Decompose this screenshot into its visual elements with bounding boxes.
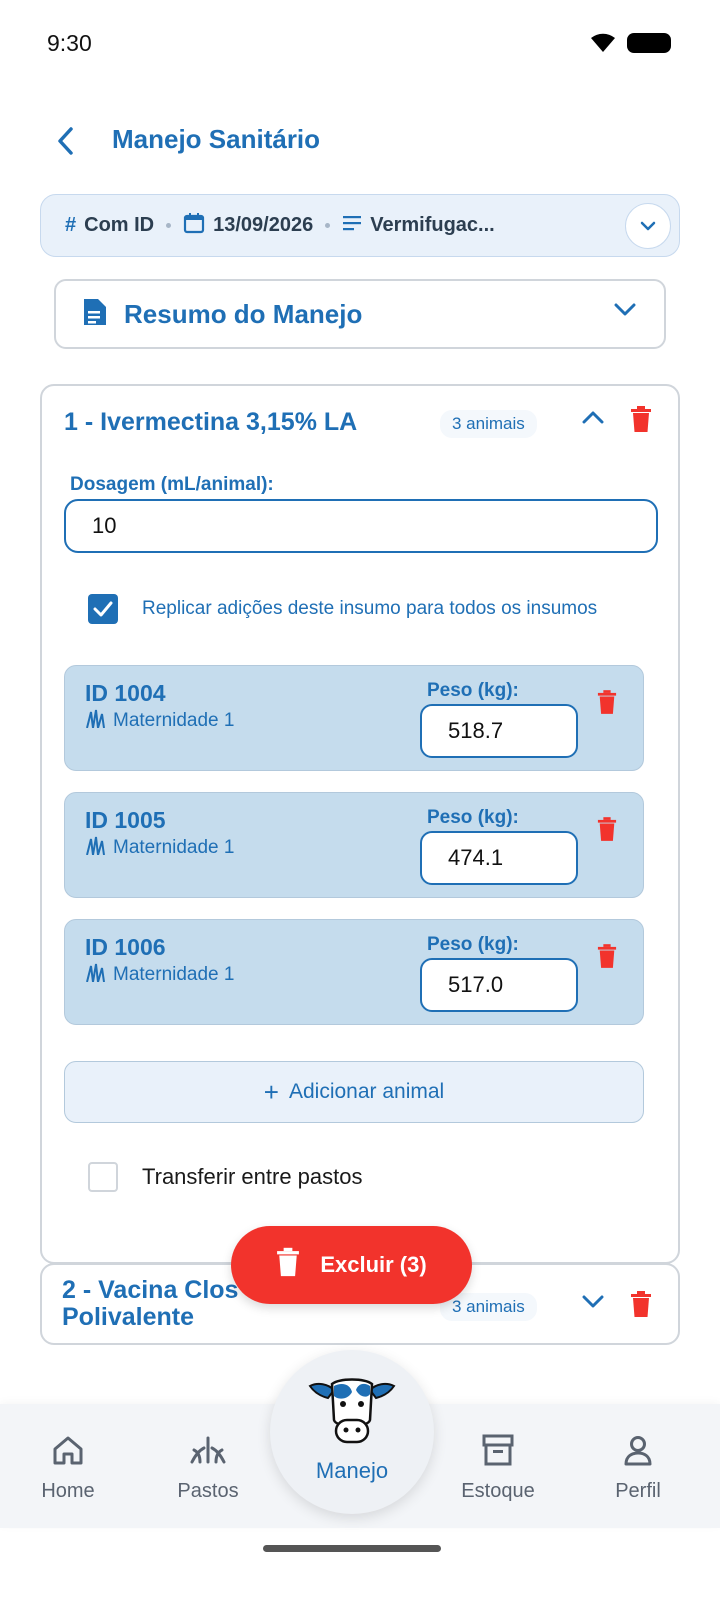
remove-animal-button[interactable] [597,690,617,719]
home-icon [13,1430,123,1470]
nav-manejo-label: Manejo [315,1458,389,1483]
archive-icon [443,1430,553,1470]
nav-estoque[interactable]: Estoque [443,1430,553,1503]
notes-icon [342,214,362,238]
grass-icon [153,1430,263,1470]
dosage-label: Dosagem (mL/animal): [70,474,274,495]
trash-icon [597,817,617,841]
animal-location: Maternidade 1 [85,835,234,861]
trash-icon [276,1247,300,1283]
type-label: Vermifugac... [370,214,495,236]
peso-input[interactable]: 518.7 [420,704,578,758]
expand-filters-button[interactable] [625,203,671,249]
nav-pastos[interactable]: Pastos [153,1430,263,1503]
cow-icon [308,1370,396,1457]
delete-product-button[interactable] [630,1291,652,1322]
animal-row: ID 1005 Maternidade 1 Peso (kg): 474.1 [64,792,644,898]
dosage-input[interactable]: 10 [64,499,658,553]
animal-id: ID 1005 [85,807,166,833]
chevron-left-icon [58,127,73,155]
chevron-down-icon [640,221,656,231]
product-card: 1 - Ivermectina 3,15% LA 3 animais Dosag… [40,384,680,1264]
add-animal-label: Adicionar animal [288,1080,445,1103]
wifi-icon [588,30,618,59]
product-title-text: 2 - Vacina Clos Polivalente [62,1276,239,1331]
replicate-label: Replicar adições deste insumo para todos… [142,598,598,619]
grass-icon [85,835,107,861]
animal-location-label: Maternidade 1 [113,837,235,858]
trash-icon [597,944,617,968]
status-bar: 9:30 [0,0,720,90]
peso-label: Peso (kg): [427,680,519,701]
battery-icon [627,33,671,53]
product-title: 1 - Ivermectina 3,15% LA [64,408,358,436]
page-title: Manejo Sanitário [112,124,321,154]
add-animal-button[interactable]: + Adicionar animal [64,1061,644,1123]
trash-icon [597,690,617,714]
peso-input[interactable]: 517.0 [420,958,578,1012]
chevron-up-icon [582,411,604,424]
calendar-icon [183,212,205,240]
peso-label: Peso (kg): [427,807,519,828]
type-chip[interactable]: Vermifugac... [342,214,495,238]
id-mode-label: Com ID [84,214,155,236]
nav-estoque-label: Estoque [461,1480,535,1502]
summary-title: Resumo do Manejo [124,298,363,329]
status-time: 9:30 [47,30,92,56]
trash-icon [631,1291,651,1317]
filter-bar[interactable]: # Com ID 13/09/2026 Vermifugac... [40,194,680,257]
nav-perfil-label: Perfil [615,1480,661,1502]
peso-input[interactable]: 474.1 [420,831,578,885]
delete-selected-button[interactable]: Excluir (3) [231,1226,472,1304]
transfer-checkbox[interactable] [88,1162,118,1192]
date-label: 13/09/2026 [213,214,314,236]
chevron-down-icon [614,303,636,322]
grass-icon [85,962,107,988]
animal-location: Maternidade 1 [85,962,234,988]
date-chip[interactable]: 13/09/2026 [183,212,313,240]
animal-location-label: Maternidade 1 [113,964,235,985]
remove-animal-button[interactable] [597,944,617,973]
transfer-label: Transferir entre pastos [142,1164,363,1189]
animal-count-badge: 3 animais [440,410,537,438]
animal-location-label: Maternidade 1 [113,710,235,731]
transfer-option[interactable]: Transferir entre pastos [88,1162,363,1192]
summary-section[interactable]: Resumo do Manejo [54,279,666,349]
peso-label: Peso (kg): [427,934,519,955]
animal-row: ID 1006 Maternidade 1 Peso (kg): 517.0 [64,919,644,1025]
top-app-bar: Manejo Sanitário [0,110,720,170]
chevron-down-icon [582,1295,604,1308]
plus-icon: + [263,1077,279,1107]
id-mode-chip[interactable]: # Com ID [65,214,154,237]
replicate-checkbox[interactable] [88,594,118,624]
animal-id: ID 1006 [85,934,166,960]
grass-icon [85,708,107,734]
remove-animal-button[interactable] [597,817,617,846]
replicate-option[interactable]: Replicar adições deste insumo para todos… [88,594,597,624]
animal-location: Maternidade 1 [85,708,234,734]
separator-dot [325,223,331,228]
nav-manejo[interactable]: Manejo [270,1350,434,1514]
trash-icon [631,406,651,432]
person-icon [583,1430,693,1470]
expand-button[interactable] [582,1295,604,1314]
back-button[interactable] [48,124,82,158]
delete-product-button[interactable] [630,406,652,437]
delete-selected-label: Excluir (3) [320,1252,427,1277]
nav-home-label: Home [41,1480,95,1502]
animal-row: ID 1004 Maternidade 1 Peso (kg): 518.7 [64,665,644,771]
collapse-button[interactable] [582,410,604,429]
document-icon [82,297,108,332]
nav-pastos-label: Pastos [177,1480,239,1502]
home-indicator [263,1545,441,1552]
animal-id: ID 1004 [85,680,166,706]
nav-perfil[interactable]: Perfil [583,1430,693,1503]
hash-icon: # [65,214,77,236]
check-icon [93,601,113,617]
separator-dot [166,223,172,228]
nav-home[interactable]: Home [13,1430,123,1503]
